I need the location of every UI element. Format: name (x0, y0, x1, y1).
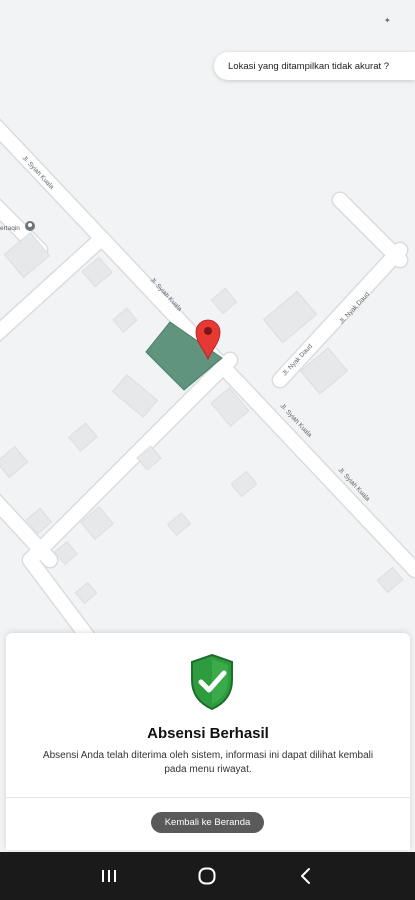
divider (6, 797, 410, 798)
banner-text: Lokasi yang ditampilkan tidak akurat ? (228, 60, 390, 72)
back-to-home-button[interactable]: Kembali ke Beranda (151, 812, 264, 833)
shield-check-icon (191, 653, 233, 711)
system-navigation-bar (0, 852, 415, 900)
status-indicator: ✦ (384, 16, 391, 25)
inaccurate-location-banner[interactable]: Lokasi yang ditampilkan tidak akurat ? (214, 52, 415, 80)
success-sheet: Absensi Berhasil Absensi Anda telah dite… (6, 633, 410, 850)
poi-pin-icon[interactable] (25, 221, 35, 231)
recent-apps-icon[interactable] (89, 856, 129, 896)
back-icon[interactable] (286, 856, 326, 896)
success-title: Absensi Berhasil (147, 725, 269, 742)
home-icon[interactable] (187, 856, 227, 896)
success-message: Absensi Anda telah diterima oleh sistem,… (42, 750, 374, 775)
poi-label: ertaqin (0, 225, 20, 232)
